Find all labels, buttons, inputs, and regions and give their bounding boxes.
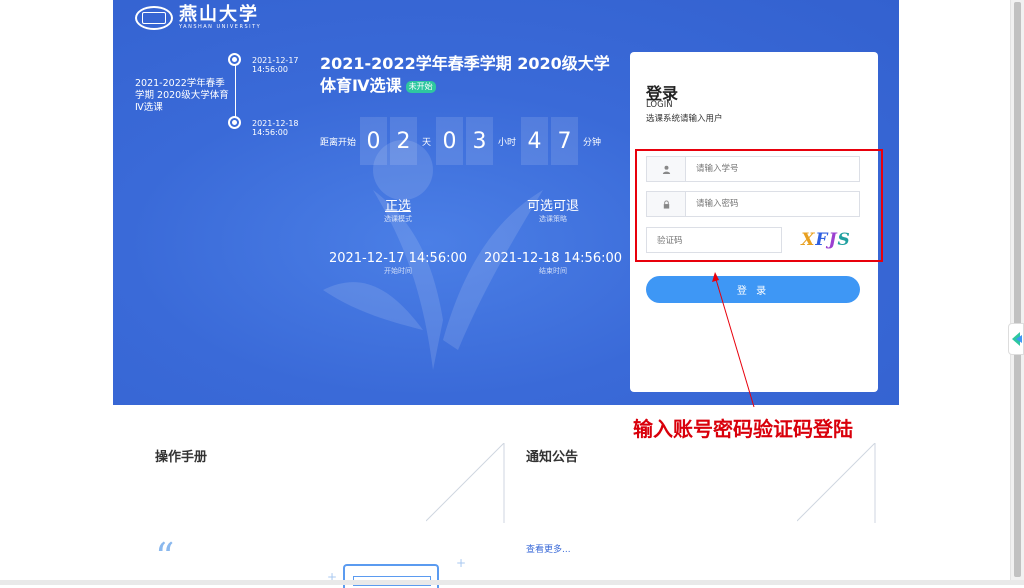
manual-title: 操作手册: [155, 450, 208, 465]
side-widget-icon: [1012, 332, 1022, 346]
timeline-end-time: 14:56:00: [252, 128, 288, 137]
countdown-label: 距离开始: [320, 137, 357, 148]
selection-end: 2021-12-18 14:56:00 结束时间: [483, 251, 623, 276]
timeline-start: 2021-12-17 14:56:00: [252, 56, 312, 74]
more-link[interactable]: 查看更多...: [526, 542, 571, 555]
logo-name-cn: 燕山大学: [179, 4, 259, 25]
timeline-end-date: 2021-12-18: [252, 119, 299, 128]
selection-mode-value[interactable]: 正选: [328, 199, 468, 215]
countdown-hours-unit: 小时: [498, 137, 517, 148]
notice-title: 通知公告: [526, 450, 579, 465]
selection-strategy: 可选可退 选课策略: [483, 199, 623, 224]
countdown-minutes-ones: 7: [551, 117, 579, 165]
timeline-end: 2021-12-18 14:56:00: [252, 119, 312, 137]
countdown-days-ones: 2: [390, 117, 418, 165]
bottom-scrollbar[interactable]: [0, 580, 1024, 585]
logo-name-en: YANSHAN UNIVERSITY: [179, 24, 262, 30]
login-title-en: LOGIN: [646, 100, 673, 110]
university-seal-icon: [135, 6, 173, 30]
login-button[interactable]: 登 录: [646, 276, 860, 303]
notice-corner-decoration: [797, 443, 876, 523]
annotation-text: 输入账号密码验证码登陆: [633, 417, 853, 441]
timeline-course-name: 2021-2022学年春季学期 2020级大学体育Ⅳ选课: [135, 78, 229, 113]
selection-end-label: 结束时间: [539, 267, 567, 275]
selection-start-label: 开始时间: [384, 267, 412, 275]
quote-icon: “: [155, 535, 175, 579]
manual-corner-decoration: [426, 443, 505, 523]
side-widget-tab[interactable]: [1008, 323, 1024, 355]
selection-mode-label: 选课模式: [384, 215, 412, 223]
status-badge: 未开始: [405, 80, 436, 93]
countdown: 距离开始 0 2 天 0 3 小时 4 7 分钟: [320, 117, 606, 165]
login-description: 选课系统请输入用户: [646, 114, 723, 124]
page: 燕山大学 YANSHAN UNIVERSITY 2021-12-17 14:56…: [113, 0, 899, 588]
countdown-minutes-tens: 4: [521, 117, 549, 165]
selection-strategy-value: 可选可退: [526, 199, 579, 214]
scrollbar-thumb[interactable]: [1014, 2, 1021, 577]
selection-start: 2021-12-17 14:56:00 开始时间: [328, 251, 468, 276]
timeline: 2021-12-17 14:56:00 2021-2022学年春季学期 2020…: [113, 48, 313, 148]
plus-decoration-icon: +: [456, 556, 467, 570]
course-title-text: 2021-2022学年春季学期 2020级大学体育Ⅳ选课: [320, 54, 610, 95]
timeline-end-node: [228, 116, 241, 129]
countdown-days-unit: 天: [422, 137, 432, 148]
timeline-start-time: 14:56:00: [252, 65, 288, 74]
selection-mode: 正选 选课模式: [328, 199, 468, 224]
countdown-hours-ones: 3: [466, 117, 494, 165]
timeline-line: [235, 58, 236, 124]
selection-end-value: 2021-12-18 14:56:00: [483, 251, 623, 266]
selection-strategy-label: 选课策略: [539, 215, 567, 223]
timeline-start-date: 2021-12-17: [252, 56, 299, 65]
countdown-days-tens: 0: [360, 117, 388, 165]
page-scrollbar[interactable]: [1010, 0, 1024, 585]
course-title: 2021-2022学年春季学期 2020级大学体育Ⅳ选课 未开始: [320, 53, 625, 97]
selection-start-value: 2021-12-17 14:56:00: [328, 251, 468, 266]
university-logo[interactable]: 燕山大学 YANSHAN UNIVERSITY: [135, 5, 261, 31]
countdown-minutes-unit: 分钟: [583, 137, 602, 148]
countdown-hours-tens: 0: [436, 117, 464, 165]
annotation-highlight-box: [635, 149, 883, 262]
timeline-start-node: [228, 53, 241, 66]
